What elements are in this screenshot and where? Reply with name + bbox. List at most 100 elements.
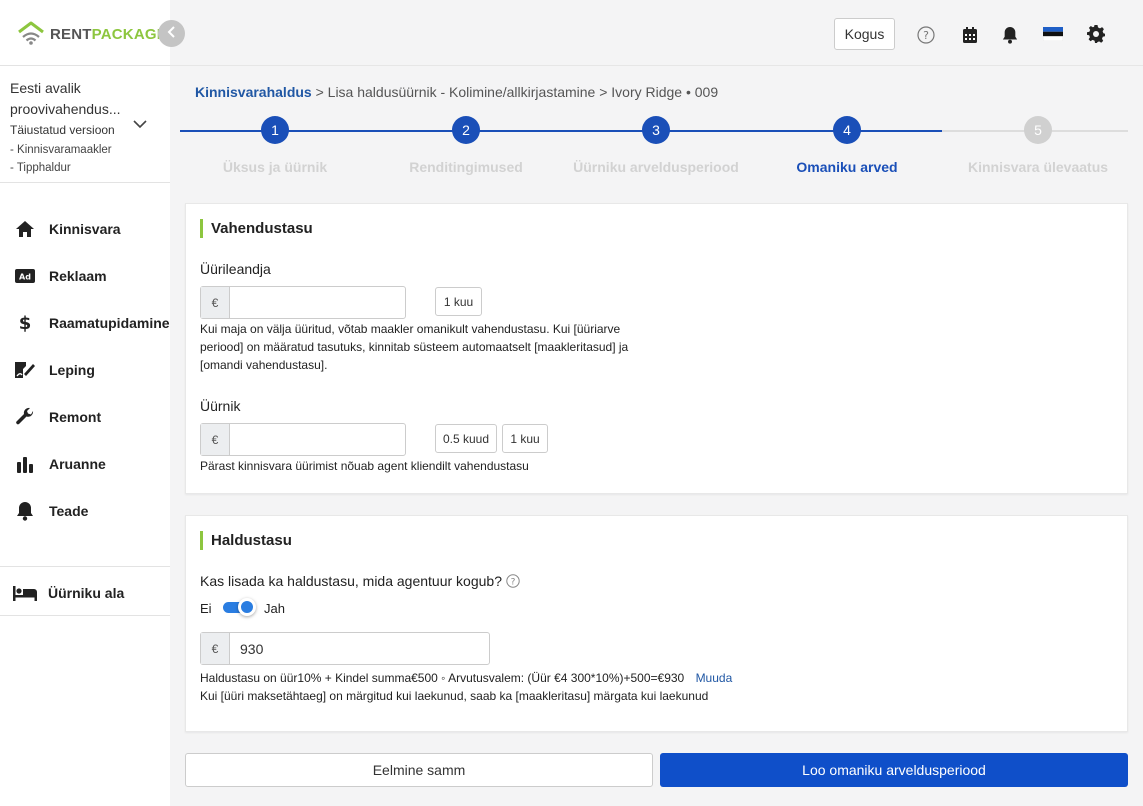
step-number: 5 <box>1024 116 1052 144</box>
step-label: Renditingimused <box>409 159 523 175</box>
toggle-on-label: Jah <box>264 601 285 616</box>
landlord-commission-field[interactable]: € <box>200 286 406 319</box>
question-text: Kas lisada ka haldustasu, mida agentuur … <box>200 573 502 589</box>
nav-item-leping[interactable]: Leping <box>14 359 95 381</box>
nav-label: Leping <box>49 362 95 378</box>
step-3[interactable]: 3 Üürniku arveldusperiood <box>561 116 751 175</box>
help-line: [omandi vahendustasu]. <box>200 358 328 372</box>
svg-text:$: $ <box>19 313 32 333</box>
step-number: 2 <box>452 116 480 144</box>
breadcrumb-trail: > Lisa haldusüürnik - Kolimine/allkirjas… <box>311 84 719 100</box>
step-4-active[interactable]: 4 Omaniku arved <box>752 116 942 175</box>
org-role: - Tipphaldur <box>10 162 71 174</box>
chevron-left-icon <box>167 26 177 41</box>
help-icon[interactable]: ? <box>916 25 936 45</box>
landlord-help-text: Kui maja on välja üüritud, võtab maakler… <box>200 320 628 374</box>
commission-card: Vahendustasu Üürileandja € 1 kuu Kui maj… <box>185 203 1128 494</box>
toggle-off-label: Ei <box>200 601 212 616</box>
home-icon <box>14 218 36 240</box>
tenant-commission-field[interactable]: € <box>200 423 406 456</box>
tenant-1-month-chip[interactable]: 1 kuu <box>502 424 548 453</box>
nav-item-teade[interactable]: Teade <box>14 500 88 522</box>
tenant-commission-input[interactable] <box>230 424 405 455</box>
nav-item-kinnisvara[interactable]: Kinnisvara <box>14 218 121 240</box>
logo-text-package: PACKAGE <box>91 26 167 43</box>
euro-prefix: € <box>201 424 230 455</box>
sidebar-divider <box>0 566 170 567</box>
step-label: Omaniku arved <box>796 159 898 175</box>
sidebar-divider <box>0 65 170 66</box>
chevron-down-icon[interactable] <box>133 117 147 132</box>
org-role: - Kinnisvaramaakler <box>10 144 112 156</box>
management-fee-field[interactable]: € <box>200 632 490 665</box>
management-fee-question: Kas lisada ka haldustasu, mida agentuur … <box>200 573 520 589</box>
bell-icon <box>14 500 36 522</box>
sidebar-divider <box>0 615 170 616</box>
step-label: Üürniku arveldusperiood <box>573 159 739 175</box>
management-fee-card: Haldustasu Kas lisada ka haldustasu, mid… <box>185 515 1128 732</box>
management-fee-toggle[interactable] <box>223 598 257 616</box>
svg-text:?: ? <box>511 578 516 588</box>
dollar-icon: $ <box>14 312 36 334</box>
estonian-flag-icon[interactable] <box>1043 24 1063 44</box>
formula-text: Haldustasu on üür10% + Kindel summa€500 … <box>200 671 685 685</box>
help-icon[interactable]: ? <box>506 574 520 588</box>
create-owner-billing-period-button[interactable]: Loo omaniku arveldusperiood <box>660 753 1128 787</box>
step-number: 1 <box>261 116 289 144</box>
org-name-line1: Eesti avalik <box>10 80 81 96</box>
nav-item-aruanne[interactable]: Aruanne <box>14 453 106 475</box>
section-title: Vahendustasu <box>200 219 313 238</box>
rentpackage-logo-icon <box>16 20 46 49</box>
sidebar-collapse-button[interactable] <box>158 20 185 47</box>
tenant-half-month-chip[interactable]: 0.5 kuud <box>435 424 497 453</box>
kogus-button[interactable]: Kogus <box>834 18 895 50</box>
sidebar-divider <box>0 182 170 183</box>
nav-item-remont[interactable]: Remont <box>14 406 101 428</box>
wrench-icon <box>14 406 36 428</box>
svg-text:?: ? <box>923 29 929 42</box>
progress-stepper: 1 Üksus ja üürnik 2 Renditingimused 3 Üü… <box>180 116 1128 186</box>
nav-item-reklaam[interactable]: Ad Reklaam <box>14 265 107 287</box>
settings-gear-icon[interactable] <box>1086 24 1106 44</box>
nav-item-uurniku-ala[interactable]: Üürniku ala <box>12 582 124 604</box>
help-line: Kui maja on välja üüritud, võtab maakler… <box>200 322 621 336</box>
step-label: Üksus ja üürnik <box>222 159 328 175</box>
bed-icon <box>12 582 38 604</box>
tenant-help-text: Pärast kinnisvara üürimist nõuab agent k… <box>200 459 529 473</box>
calendar-icon[interactable] <box>960 25 980 45</box>
tenant-label: Üürnik <box>200 398 241 414</box>
step-number: 4 <box>833 116 861 144</box>
notification-bell-icon[interactable] <box>1000 25 1020 45</box>
section-title: Haldustasu <box>200 531 292 550</box>
nav-item-raamatupidamine[interactable]: $ Raamatupidamine <box>14 312 170 334</box>
edit-formula-link[interactable]: Muuda <box>696 671 733 685</box>
nav-label: Aruanne <box>49 456 106 472</box>
nav-label: Raamatupidamine <box>49 315 170 331</box>
ad-icon: Ad <box>14 265 36 287</box>
management-fee-note: Kui [üüri maksetähtaeg] on märgitud kui … <box>200 689 709 703</box>
step-2[interactable]: 2 Renditingimused <box>371 116 561 175</box>
management-fee-input[interactable] <box>230 633 489 664</box>
step-5[interactable]: 5 Kinnisvara ülevaatus <box>943 116 1133 175</box>
management-fee-formula: Haldustasu on üür10% + Kindel summa€500 … <box>200 669 732 687</box>
nav-label: Üürniku ala <box>48 585 125 601</box>
landlord-commission-input[interactable] <box>230 287 405 318</box>
breadcrumb: Kinnisvarahaldus > Lisa haldusüürnik - K… <box>195 84 718 100</box>
brand-logo[interactable]: RENTPACKAGE <box>16 20 167 49</box>
sidebar: RENTPACKAGE Eesti avalik proovivahendus.… <box>0 0 170 806</box>
toggle-knob <box>238 598 256 616</box>
nav-label: Kinnisvara <box>49 221 121 237</box>
step-1[interactable]: 1 Üksus ja üürnik <box>180 116 370 175</box>
landlord-label: Üürileandja <box>200 261 271 277</box>
contract-icon <box>14 359 36 381</box>
step-number: 3 <box>642 116 670 144</box>
previous-step-button[interactable]: Eelmine samm <box>185 753 653 787</box>
nav-label: Reklaam <box>49 268 107 284</box>
breadcrumb-link-kinnisvarahaldus[interactable]: Kinnisvarahaldus <box>195 84 312 100</box>
logo-text-rent: RENT <box>50 26 92 43</box>
nav-label: Teade <box>49 503 89 519</box>
help-line: periood] on määratud tasutuks, kinnitab … <box>200 340 629 354</box>
svg-text:Ad: Ad <box>19 273 31 282</box>
euro-prefix: € <box>201 287 230 318</box>
landlord-1-month-chip[interactable]: 1 kuu <box>435 287 482 316</box>
